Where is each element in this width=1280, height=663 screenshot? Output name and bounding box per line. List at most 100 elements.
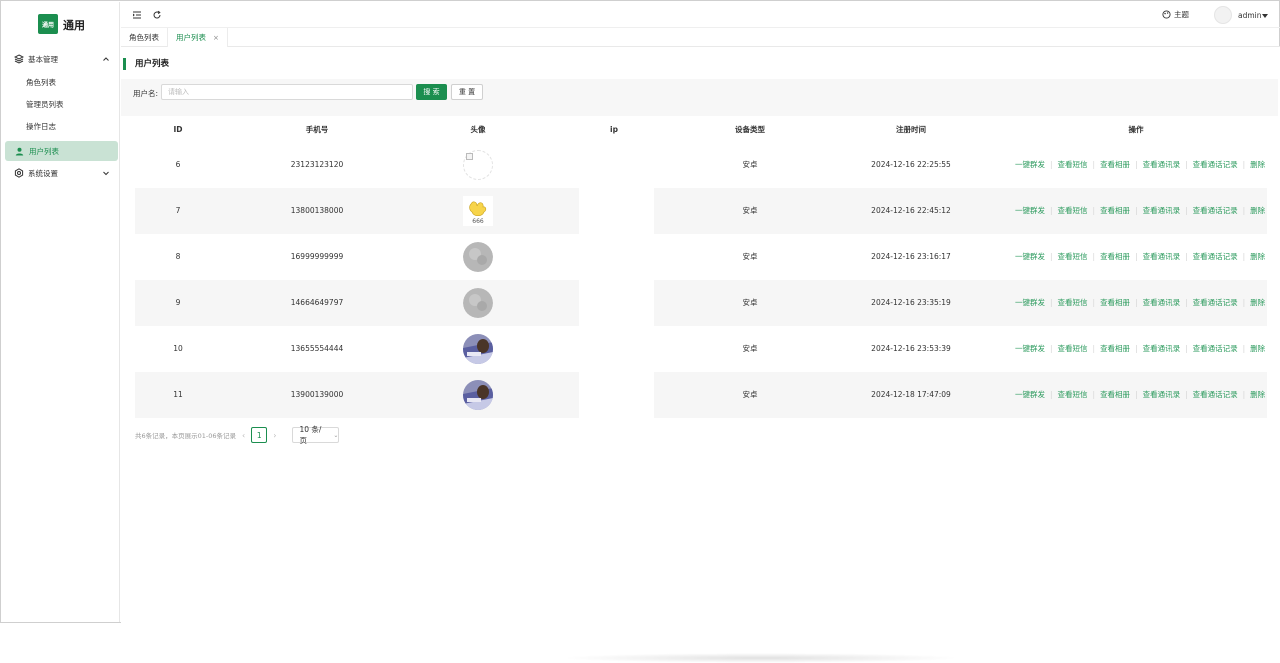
reset-button[interactable]: 重 置 [451,84,483,100]
broadcast-link[interactable]: 一键群发 [1015,390,1045,399]
svg-text:666: 666 [472,218,484,225]
view-calls-link[interactable]: 查看通话记录 [1193,344,1238,353]
view-sms-link[interactable]: 查看短信 [1058,390,1088,399]
delete-link[interactable]: 删除 [1250,298,1265,307]
sidebar-group-basic[interactable]: 基本管理 [2,48,120,70]
table-row: 7 13800138000 666 安卓 2024-12-16 22:45:12 一键群发… [135,188,1267,234]
view-contacts-link[interactable]: 查看通讯录 [1143,298,1181,307]
main-content: 用户列表 用户名: 搜 索 重 置 ID 手机号 头像 ip 设备类型 注册时间… [121,47,1280,663]
cell-id: 10 [173,344,183,353]
view-sms-link[interactable]: 查看短信 [1058,298,1088,307]
cell-device: 安卓 [742,206,758,215]
view-calls-link[interactable]: 查看通话记录 [1193,252,1238,261]
chevron-up-icon [103,57,109,61]
separator: | [1185,298,1188,307]
menu-fold-icon[interactable] [132,10,142,20]
sidebar-item-admins[interactable]: 管理员列表 [2,94,120,114]
view-sms-link[interactable]: 查看短信 [1058,160,1088,169]
page-button-current[interactable]: 1 [251,427,268,443]
view-calls-link[interactable]: 查看通话记录 [1193,160,1238,169]
separator: | [1135,344,1138,353]
cell-time: 2024-12-16 22:25:55 [871,160,951,169]
separator: | [1242,298,1246,307]
separator: | [1135,206,1138,215]
delete-link[interactable]: 删除 [1250,206,1265,215]
column-header-ip: ip [610,125,618,134]
avatar [463,380,493,410]
broadcast-link[interactable]: 一键群发 [1015,206,1045,215]
theme-button[interactable]: 主题 [1162,9,1189,20]
broadcast-link[interactable]: 一键群发 [1015,298,1045,307]
user-name[interactable]: admin [1238,11,1262,20]
cell-device: 安卓 [742,390,758,399]
separator: | [1092,390,1096,399]
view-sms-link[interactable]: 查看短信 [1058,344,1088,353]
separator: | [1135,160,1138,169]
view-sms-link[interactable]: 查看短信 [1058,252,1088,261]
sidebar-item-users[interactable]: 用户列表 [5,141,118,161]
tab-users[interactable]: 用户列表 × [167,28,228,47]
view-album-link[interactable]: 查看相册 [1100,298,1130,307]
separator: | [1050,252,1053,261]
view-album-link[interactable]: 查看相册 [1100,390,1130,399]
broadcast-link[interactable]: 一键群发 [1015,344,1045,353]
cell-ip [579,280,654,326]
view-calls-link[interactable]: 查看通话记录 [1193,298,1238,307]
separator: | [1185,252,1188,261]
delete-link[interactable]: 删除 [1250,390,1265,399]
column-header-device: 设备类型 [735,125,765,134]
prev-page-icon[interactable]: ‹ [242,431,245,440]
broadcast-link[interactable]: 一键群发 [1015,252,1045,261]
username-input[interactable] [161,84,413,100]
page-size-select[interactable]: 10 条/页 ⌄ [292,425,340,445]
row-actions: 一键群发 | 查看短信 | 查看相册 | 查看通讯录 | 查看通话记录 | 删除 [1015,280,1265,326]
sidebar-item-logs[interactable]: 操作日志 [2,116,120,136]
view-contacts-link[interactable]: 查看通讯录 [1143,206,1181,215]
delete-link[interactable]: 删除 [1250,252,1265,261]
cell-time: 2024-12-16 23:53:39 [871,344,951,353]
separator: | [1135,390,1138,399]
cell-ip [579,188,654,234]
next-page-icon[interactable]: › [273,431,276,440]
column-header-id: ID [173,125,183,134]
row-actions: 一键群发 | 查看短信 | 查看相册 | 查看通讯录 | 查看通话记录 | 删除 [1015,326,1265,372]
sidebar-group-settings[interactable]: 系统设置 [2,162,120,184]
separator: | [1185,160,1188,169]
cell-phone: 13800138000 [290,206,344,215]
tab-roles[interactable]: 角色列表 [121,28,167,47]
cell-phone: 13655554444 [290,344,344,353]
delete-link[interactable]: 删除 [1250,160,1265,169]
row-actions: 一键群发 | 查看短信 | 查看相册 | 查看通讯录 | 查看通话记录 | 删除 [1015,188,1265,234]
tab-label: 用户列表 [176,33,206,42]
search-button[interactable]: 搜 索 [416,84,447,100]
cell-device: 安卓 [742,252,758,261]
view-album-link[interactable]: 查看相册 [1100,344,1130,353]
broadcast-link[interactable]: 一键群发 [1015,160,1045,169]
view-album-link[interactable]: 查看相册 [1100,160,1130,169]
cell-device: 安卓 [742,298,758,307]
top-bar: 主题 admin [121,2,1280,28]
cell-ip [579,372,654,418]
caret-down-icon[interactable] [1262,14,1268,18]
close-icon[interactable]: × [213,34,219,42]
view-calls-link[interactable]: 查看通话记录 [1193,206,1238,215]
view-contacts-link[interactable]: 查看通讯录 [1143,252,1181,261]
cell-time: 2024-12-16 23:16:17 [871,252,951,261]
gear-icon [14,168,24,178]
view-contacts-link[interactable]: 查看通讯录 [1143,160,1181,169]
delete-link[interactable]: 删除 [1250,344,1265,353]
view-album-link[interactable]: 查看相册 [1100,252,1130,261]
view-sms-link[interactable]: 查看短信 [1058,206,1088,215]
refresh-icon[interactable] [152,10,162,20]
separator: | [1185,206,1188,215]
view-contacts-link[interactable]: 查看通讯录 [1143,344,1181,353]
pagination-total: 共6条记录，本页展示01-06条记录 [135,432,237,440]
pagination: 共6条记录，本页展示01-06条记录 ‹ 1 › 10 条/页 ⌄ [135,425,340,445]
view-calls-link[interactable]: 查看通话记录 [1193,390,1238,399]
view-album-link[interactable]: 查看相册 [1100,206,1130,215]
sidebar-item-roles[interactable]: 角色列表 [2,72,120,92]
avatar[interactable] [1214,6,1232,24]
view-contacts-link[interactable]: 查看通讯录 [1143,390,1181,399]
separator: | [1050,160,1053,169]
chevron-down-icon [103,171,109,176]
